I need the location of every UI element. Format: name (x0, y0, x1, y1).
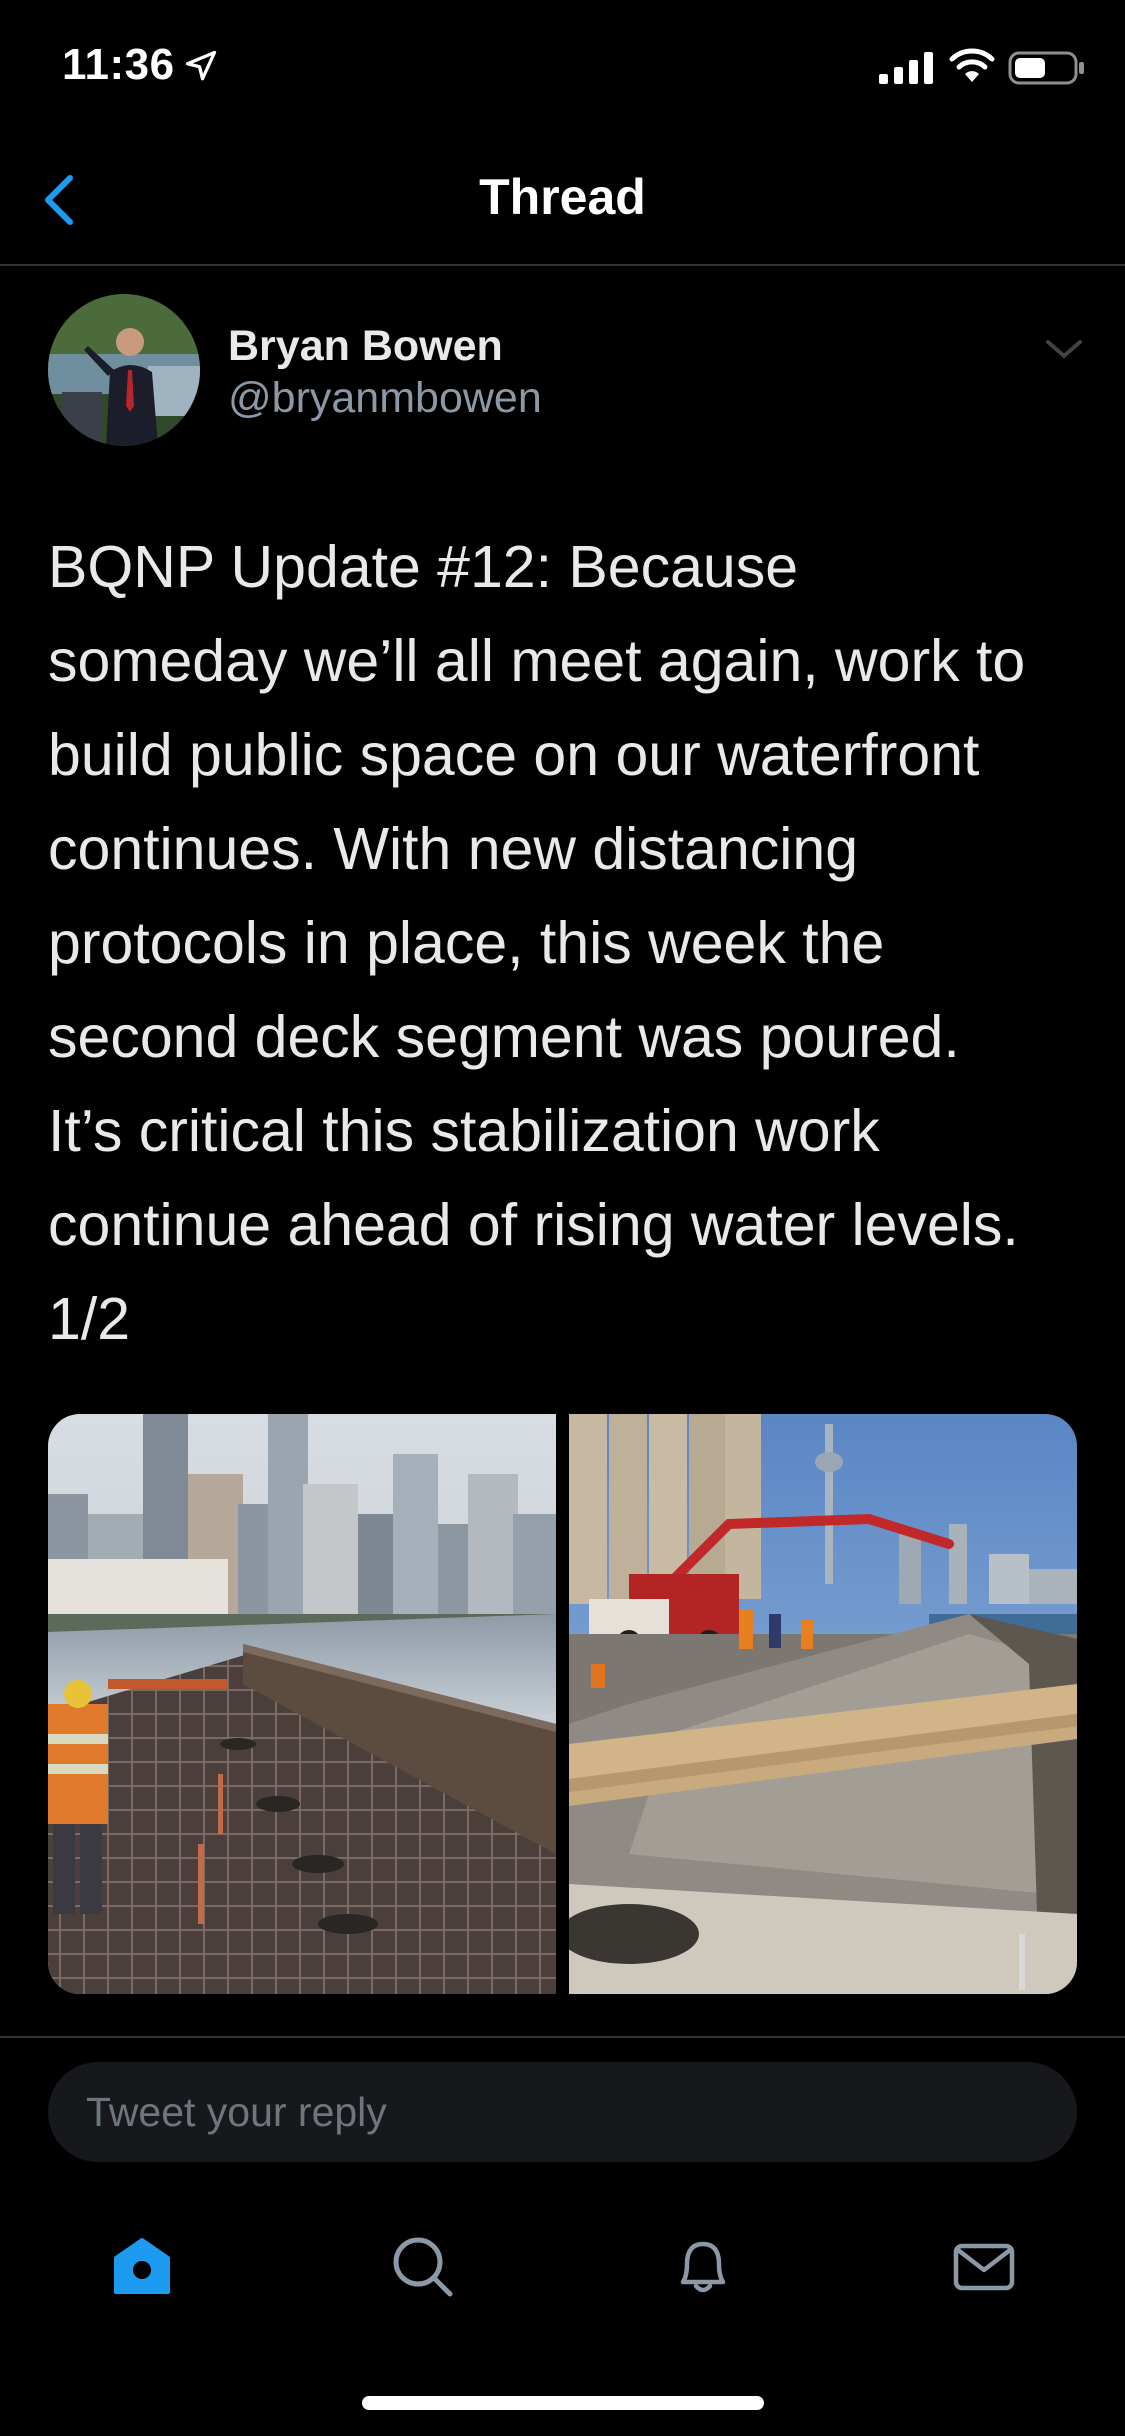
tweet-text: BQNP Update #12: Because someday we’ll a… (48, 534, 1026, 1352)
tab-messages[interactable] (924, 2206, 1044, 2326)
search-icon (393, 2237, 453, 2297)
avatar[interactable] (48, 294, 200, 446)
photo-concrete-pour[interactable] (569, 1414, 1077, 1994)
tweet-author-row: Bryan Bowen @bryanmbowen (0, 264, 1125, 464)
cellular-signal-icon (879, 52, 933, 84)
reply-input[interactable] (48, 2062, 1077, 2162)
author-name[interactable]: Bryan Bowen (228, 322, 503, 371)
tweet-media-grid (48, 1414, 1077, 1994)
tab-search[interactable] (362, 2206, 482, 2326)
home-icon (114, 2238, 170, 2294)
wifi-icon (949, 48, 995, 82)
bell-icon (680, 2241, 726, 2293)
mail-icon (953, 2243, 1015, 2291)
home-indicator[interactable] (362, 2396, 764, 2410)
location-arrow-icon (185, 50, 217, 81)
author-handle[interactable]: @bryanmbowen (228, 374, 542, 423)
divider (0, 2036, 1125, 2038)
chevron-down-icon[interactable] (1042, 334, 1086, 364)
tab-bar (0, 2206, 1125, 2326)
tab-notifications[interactable] (643, 2206, 763, 2326)
status-time: 11:36 (62, 40, 175, 89)
tab-home[interactable] (82, 2206, 202, 2326)
avatar-photo (48, 294, 200, 446)
status-bar: 11:36 (0, 0, 1125, 132)
battery-icon (1008, 51, 1084, 85)
page-title: Thread (479, 169, 646, 225)
photo-rebar-deck[interactable] (48, 1414, 556, 1994)
nav-bar: Thread (0, 132, 1125, 266)
